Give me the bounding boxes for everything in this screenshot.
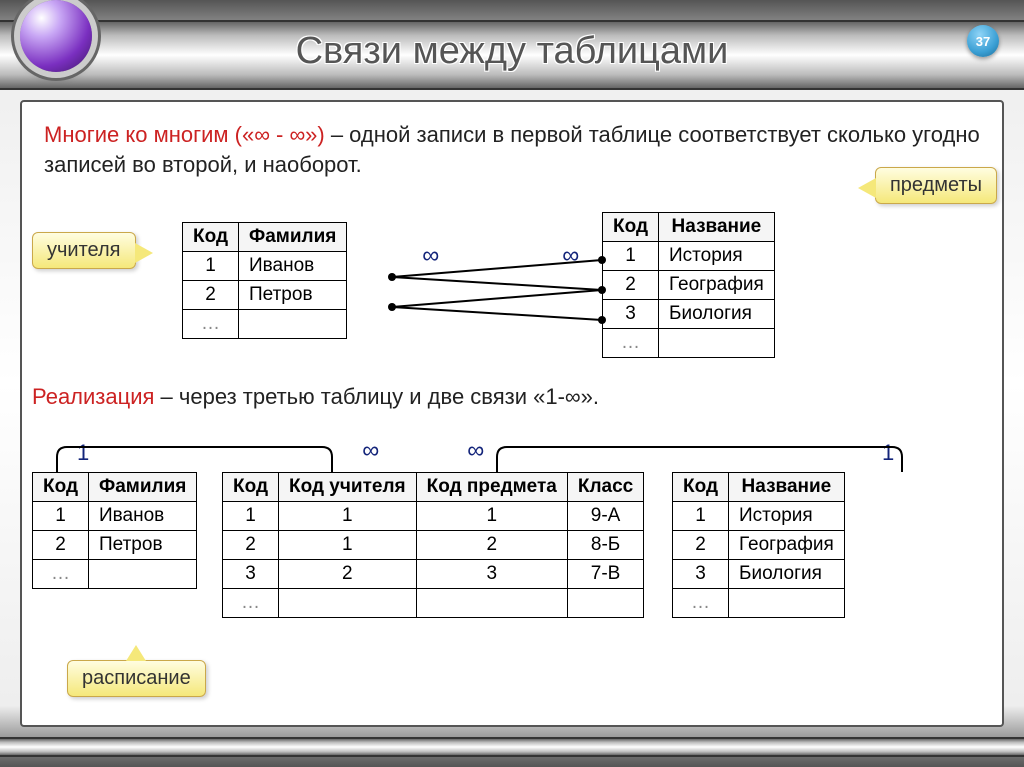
table-row: 3Биология bbox=[673, 560, 845, 589]
callout-schedule: расписание bbox=[67, 660, 206, 697]
table-row: 1История bbox=[673, 502, 845, 531]
table-row: 1119-А bbox=[223, 502, 644, 531]
table-subjects-bottom: Код Название 1История 2География 3Биолог… bbox=[672, 472, 845, 618]
th: Код bbox=[673, 473, 729, 502]
relationship-lines-top bbox=[22, 102, 1002, 722]
table-row: 1История bbox=[603, 242, 775, 271]
th: Фамилия bbox=[89, 473, 197, 502]
infinity-b2: ∞ bbox=[467, 437, 484, 465]
realization-paragraph: Реализация – через третью таблицу и две … bbox=[32, 382, 599, 412]
table-row: … bbox=[603, 329, 775, 358]
slide-orb bbox=[20, 0, 92, 72]
table-row: … bbox=[223, 589, 644, 618]
table-teachers: Код Фамилия 1Иванов 2Петров … bbox=[182, 222, 347, 339]
th: Код учителя bbox=[279, 473, 417, 502]
relationship-lines-bottom bbox=[22, 102, 1002, 722]
infinity-left: ∞ bbox=[422, 242, 439, 270]
table-row: … bbox=[33, 560, 197, 589]
one-left: 1 bbox=[77, 440, 89, 466]
th: Название bbox=[659, 213, 775, 242]
callout-teachers: учителя bbox=[32, 232, 136, 269]
slide-content: Многие ко многим («∞ - ∞») – одной запис… bbox=[20, 100, 1004, 727]
callout-subjects: предметы bbox=[875, 167, 997, 204]
table-schedule: Код Код учителя Код предмета Класс 1119-… bbox=[222, 472, 644, 618]
table-row: 2Петров bbox=[183, 281, 347, 310]
th: Фамилия bbox=[239, 223, 347, 252]
table-row: 2Петров bbox=[33, 531, 197, 560]
table-row: 1Иванов bbox=[183, 252, 347, 281]
infinity-right: ∞ bbox=[562, 242, 579, 270]
page-number-badge: 37 bbox=[967, 25, 999, 57]
th: Класс bbox=[567, 473, 643, 502]
table-teachers-bottom: Код Фамилия 1Иванов 2Петров … bbox=[32, 472, 197, 589]
th: Код bbox=[183, 223, 239, 252]
th: Код предмета bbox=[416, 473, 567, 502]
one-right: 1 bbox=[882, 440, 894, 466]
table-row: … bbox=[673, 589, 845, 618]
th: Название bbox=[729, 473, 845, 502]
table-row: 3237-В bbox=[223, 560, 644, 589]
th: Код bbox=[33, 473, 89, 502]
infinity-b1: ∞ bbox=[362, 437, 379, 465]
slide-title: Связи между таблицами bbox=[0, 30, 1024, 73]
th: Код bbox=[223, 473, 279, 502]
realization-prefix: Реализация bbox=[32, 384, 154, 409]
table-row: … bbox=[183, 310, 347, 339]
intro-prefix: Многие ко многим («∞ - ∞») bbox=[44, 122, 325, 147]
intro-paragraph: Многие ко многим («∞ - ∞») – одной запис… bbox=[44, 120, 980, 179]
table-subjects: Код Название 1История 2География 3Биолог… bbox=[602, 212, 775, 358]
table-row: 2География bbox=[673, 531, 845, 560]
table-row: 2128-Б bbox=[223, 531, 644, 560]
th: Код bbox=[603, 213, 659, 242]
table-row: 2География bbox=[603, 271, 775, 300]
table-row: 1Иванов bbox=[33, 502, 197, 531]
table-row: 3Биология bbox=[603, 300, 775, 329]
realization-rest: – через третью таблицу и две связи «1-∞»… bbox=[154, 384, 599, 409]
